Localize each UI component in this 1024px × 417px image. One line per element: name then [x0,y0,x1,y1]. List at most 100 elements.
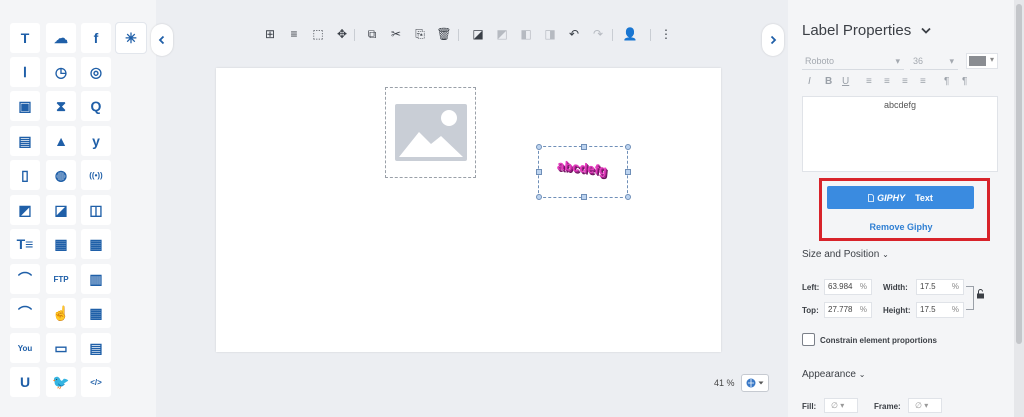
undo-icon[interactable]: ↶ [566,26,582,42]
giphy-logo: GIPHY [868,193,905,203]
resize-handle-bl[interactable] [536,194,542,200]
aspect-bracket [966,286,974,310]
delete-icon[interactable]: 🗑 [436,26,452,42]
fill-dropdown[interactable]: ∅ ▾ [824,398,858,413]
twitter-icon[interactable]: 🐦 [46,367,76,397]
constrain-proportions-checkbox[interactable] [802,333,815,346]
redo-icon[interactable]: ↷ [590,26,606,42]
facebook-icon[interactable]: f [81,23,111,53]
move-icon[interactable]: ✥ [334,26,350,42]
text-icon[interactable]: T [10,23,40,53]
gallery-icon[interactable]: ◩ [10,195,40,225]
resize-handle-br[interactable] [625,194,631,200]
add-user-icon[interactable]: 👤 [622,26,638,42]
shapes-icon[interactable]: ▲ [46,126,76,156]
collapse-right-button[interactable] [762,24,784,56]
remove-giphy-link[interactable]: Remove Giphy [788,222,1014,232]
align-left-icon[interactable]: ≡ [866,76,872,87]
send-back-icon[interactable]: ◩ [494,26,510,42]
embed-code-icon[interactable]: </> [81,367,111,397]
giphy-text-button[interactable]: GIPHY Text [827,186,974,209]
send-backward-icon[interactable]: ◨ [542,26,558,42]
giphy-label-element[interactable]: abcdefg [536,144,631,200]
panel-scrollbar[interactable] [1014,0,1024,417]
rss-image-icon[interactable]: ⌒ [10,298,40,328]
frame-dropdown[interactable]: ∅ ▾ [908,398,942,413]
cut-icon[interactable]: ✂ [388,26,404,42]
bold-button[interactable]: B [825,76,832,87]
clock-icon[interactable]: ◷ [46,57,76,87]
copy-icon[interactable]: ⧉ [364,26,380,42]
web-grid-icon[interactable]: ▦ [46,229,76,259]
text-scroll-icon[interactable]: T≡ [10,229,40,259]
resize-handle-tr[interactable] [625,144,631,150]
resize-handle-b[interactable] [581,194,587,200]
collapse-left-button[interactable] [151,24,173,56]
resize-handle-tl[interactable] [536,144,542,150]
scrollbar-thumb[interactable] [1016,4,1022,344]
left-input[interactable]: 63.984% [824,279,872,295]
resize-handle-t[interactable] [581,144,587,150]
height-input[interactable]: 17.5% [916,302,964,318]
underline-button[interactable]: U [842,76,849,87]
ftp-icon[interactable]: FTP [46,264,76,294]
chevron-down-icon [921,27,932,34]
more-vertical-icon[interactable]: ⋮ [658,26,674,42]
height-label: Height: [883,306,911,315]
justify-icon[interactable]: ≡ [920,76,926,87]
image-icon[interactable]: ▣ [10,91,40,121]
zoom-dropdown[interactable] [741,374,769,392]
size-position-toggle[interactable]: Size and Position ⌄ [802,249,889,260]
align-icon[interactable]: ≡ [286,26,302,42]
bring-forward-icon[interactable]: ◧ [518,26,534,42]
font-size-select[interactable]: 36 ▾ [910,52,958,70]
hourglass-icon[interactable]: ⧗ [46,91,76,121]
rtl-icon[interactable]: ¶ [962,76,967,87]
loading-spinner-icon[interactable]: ✳ [115,22,147,54]
italic-button[interactable]: I [808,76,811,87]
calendar-icon[interactable]: ▦ [81,229,111,259]
bar-chart-icon[interactable]: ▥ [81,264,111,294]
grid-icon[interactable]: ⊞ [262,26,278,42]
bring-front-icon[interactable]: ◪ [470,26,486,42]
ustream-icon[interactable]: U [10,367,40,397]
touch-icon[interactable]: ☝ [46,298,76,328]
giphy-text: abcdefg [556,157,608,178]
ltr-icon[interactable]: ¶ [944,76,949,87]
align-right-icon[interactable]: ≡ [902,76,908,87]
font-family-select[interactable]: Roboto ▾ [802,52,904,70]
broadcast-icon[interactable]: ((•)) [81,160,111,190]
instagram-icon[interactable]: ◎ [81,57,111,87]
toolbar-separator [612,29,613,41]
paste-icon[interactable]: ⎘ [412,26,428,42]
label-text-area[interactable]: abcdefg [802,96,998,172]
screen-icon[interactable]: ▭ [46,333,76,363]
q-icon[interactable]: Q [81,91,111,121]
select-frame-icon[interactable]: ⬚ [310,26,326,42]
image-placeholder[interactable] [385,87,476,178]
text-box-icon[interactable]: Ⅰ [10,57,40,87]
unlock-icon[interactable] [976,289,985,299]
appearance-toggle[interactable]: Appearance ⌄ [802,369,865,380]
panel-title[interactable]: Label Properties [802,22,932,39]
top-input[interactable]: 27.778% [824,302,872,318]
font-color-picker[interactable]: ▾ [966,53,998,69]
video-icon[interactable]: ▤ [10,126,40,156]
pdf-icon[interactable]: ▯ [10,160,40,190]
resize-handle-l[interactable] [536,169,542,175]
top-label: Top: [802,306,819,315]
web-image-icon[interactable]: ◪ [46,195,76,225]
youtube-icon[interactable]: You [10,333,40,363]
resize-handle-r[interactable] [625,169,631,175]
ad-image-icon[interactable]: ◫ [81,195,111,225]
weather-icon[interactable]: ☁ [46,23,76,53]
width-input[interactable]: 17.5% [916,279,964,295]
font-size-value: 36 [913,56,924,66]
menu-board-icon[interactable]: ▤ [81,333,111,363]
align-center-icon[interactable]: ≡ [884,76,890,87]
table-icon[interactable]: ▦ [81,298,111,328]
globe-icon[interactable]: ◍ [46,160,76,190]
yammer-icon[interactable]: y [81,126,111,156]
design-canvas[interactable]: abcdefg [216,68,721,352]
rss-icon[interactable]: ⌒ [10,264,40,294]
